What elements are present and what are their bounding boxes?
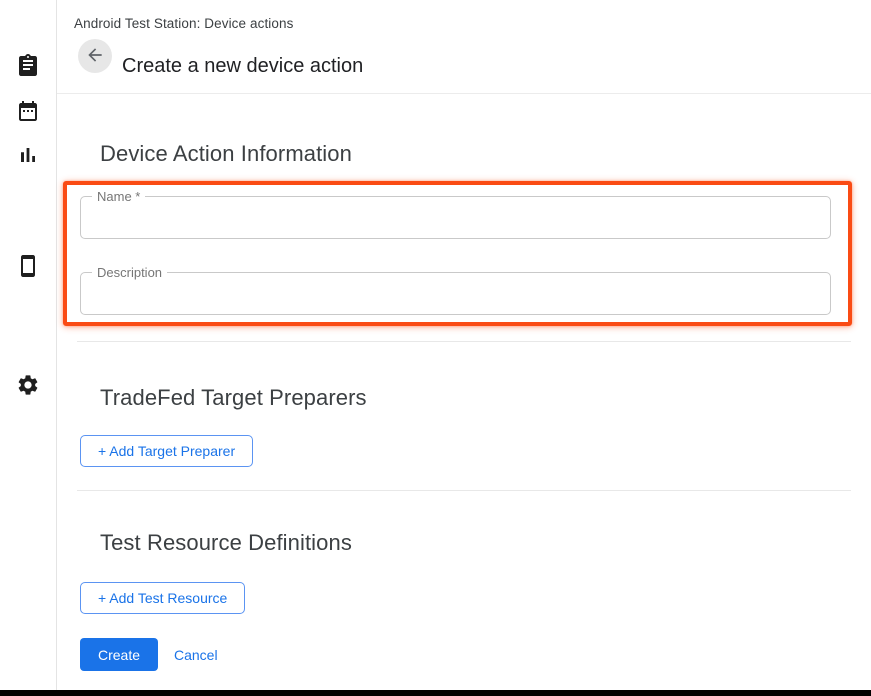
sidebar-item-test-plans[interactable]	[13, 52, 43, 82]
section-divider	[77, 341, 851, 342]
smartphone-icon	[16, 254, 40, 283]
sidebar-item-settings[interactable]	[13, 372, 43, 402]
section-title-test-resource-definitions: Test Resource Definitions	[100, 530, 352, 556]
arrow-back-icon	[85, 45, 105, 68]
section-title-device-action-information: Device Action Information	[100, 141, 352, 167]
add-target-preparer-button[interactable]: + Add Target Preparer	[80, 435, 253, 467]
name-input[interactable]	[81, 197, 830, 238]
create-button[interactable]: Create	[80, 638, 158, 671]
sidebar-item-reports[interactable]	[13, 142, 43, 172]
cancel-button[interactable]: Cancel	[166, 638, 226, 671]
name-field-label: Name *	[92, 189, 145, 204]
bar-chart-icon	[16, 143, 40, 172]
section-title-target-preparers: TradeFed Target Preparers	[100, 385, 367, 411]
app-window: Android Test Station: Device actions Cre…	[0, 0, 871, 696]
section-divider	[77, 490, 851, 491]
back-button[interactable]	[78, 39, 112, 73]
window-bottom-edge	[0, 690, 871, 696]
page-title: Create a new device action	[122, 55, 363, 78]
calendar-icon	[16, 99, 40, 128]
sidebar	[0, 0, 57, 690]
breadcrumb: Android Test Station: Device actions	[74, 16, 293, 31]
sidebar-item-schedule[interactable]	[13, 98, 43, 128]
header-divider	[57, 93, 871, 94]
sidebar-item-devices[interactable]	[13, 253, 43, 283]
name-field: Name *	[80, 196, 831, 239]
description-field: Description	[80, 272, 831, 315]
description-field-label: Description	[92, 265, 167, 280]
description-input[interactable]	[81, 273, 830, 314]
settings-gear-icon	[16, 373, 40, 402]
clipboard-list-icon	[16, 53, 40, 82]
add-test-resource-button[interactable]: + Add Test Resource	[80, 582, 245, 614]
